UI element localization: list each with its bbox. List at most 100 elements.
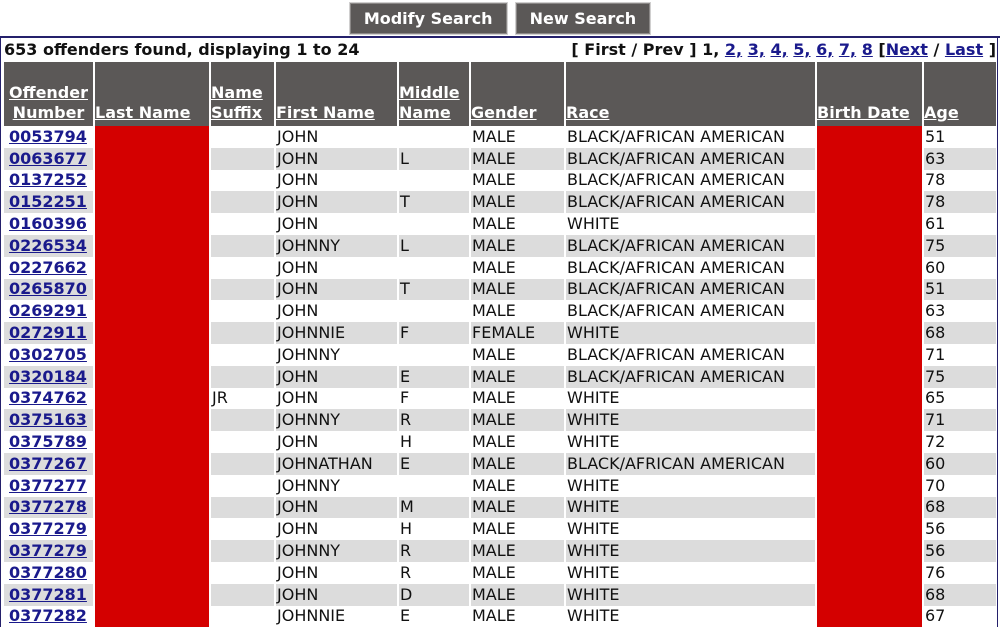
race-cell: WHITE — [566, 583, 815, 606]
last-name-redacted — [95, 343, 209, 366]
offender-number-link[interactable]: 0377282 — [9, 606, 87, 625]
offender-number-link[interactable]: 0265870 — [9, 279, 87, 298]
offender-number-link[interactable]: 0377281 — [9, 585, 87, 604]
header-birth-date[interactable]: Birth Date — [817, 62, 922, 126]
offender-number-cell: 0063677 — [4, 147, 93, 170]
header-middle-name[interactable]: Middle Name — [399, 62, 469, 126]
offender-number-link[interactable]: 0272911 — [9, 323, 87, 342]
name-suffix-cell — [211, 475, 274, 497]
gender-cell: MALE — [472, 432, 516, 452]
last-name-redacted — [95, 278, 209, 301]
pager-page-3[interactable]: 3, — [748, 40, 765, 59]
pager-last-link[interactable]: Last — [945, 40, 983, 59]
header-first-name[interactable]: First Name — [276, 62, 397, 126]
last-name-redacted — [95, 147, 209, 170]
gender-cell: MALE — [472, 301, 516, 321]
last-name-redacted — [95, 365, 209, 388]
age-cell: 51 — [925, 126, 946, 146]
first-name-cell: JOHN — [276, 191, 397, 214]
offender-number-link[interactable]: 0377280 — [9, 563, 87, 582]
offender-number-link[interactable]: 0302705 — [9, 345, 87, 364]
birth-date-redacted — [817, 474, 922, 497]
birth-date-redacted — [817, 126, 922, 148]
offender-number-link[interactable]: 0152251 — [9, 192, 87, 211]
offender-number-link[interactable]: 0269291 — [9, 301, 87, 320]
new-search-button[interactable]: New Search — [515, 3, 651, 34]
birth-date-redacted — [817, 213, 922, 235]
name-suffix-cell — [211, 126, 274, 148]
last-name-redacted — [95, 300, 209, 323]
pager-page-4[interactable]: 4, — [771, 40, 788, 59]
age-cell: 63 — [925, 301, 946, 321]
modify-search-button[interactable]: Modify Search — [349, 3, 507, 34]
pager-page-7[interactable]: 7, — [839, 40, 856, 59]
offender-number-cell: 0375789 — [4, 431, 93, 453]
table-row: 0375163 JOHNNY R MALE WHITE 71 — [4, 409, 996, 432]
age-cell: 75 — [924, 234, 996, 257]
offender-number-link[interactable]: 0374762 — [9, 388, 87, 407]
table-row: 0137252 JOHN MALE BLACK/AFRICAN AMERICAN 78 — [4, 169, 996, 192]
sort-name-suffix-link[interactable]: Name Suffix — [211, 83, 263, 122]
middle-name-cell — [399, 257, 469, 279]
offender-number-link[interactable]: 0377279 — [9, 541, 87, 560]
header-gender[interactable]: Gender — [471, 62, 564, 126]
header-name-suffix[interactable]: Name Suffix — [211, 62, 274, 126]
name-suffix-cell — [211, 344, 274, 366]
pager-page-5[interactable]: 5, — [793, 40, 810, 59]
offender-number-link[interactable]: 0320184 — [9, 367, 87, 386]
age-cell: 51 — [924, 278, 996, 301]
offender-number-link[interactable]: 0053794 — [9, 127, 87, 146]
pager-page-8[interactable]: 8 — [862, 40, 873, 59]
table-row: 0152251 JOHN T MALE BLACK/AFRICAN AMERICAN 78 — [4, 191, 996, 214]
first-name-cell: JOHN — [277, 388, 319, 408]
name-suffix-cell — [211, 409, 274, 432]
offender-number-link[interactable]: 0375789 — [9, 432, 87, 451]
header-race[interactable]: Race — [566, 62, 815, 126]
birth-date-redacted — [817, 583, 922, 606]
sort-first-name-link[interactable]: First Name — [276, 103, 375, 122]
sort-gender-link[interactable]: Gender — [471, 103, 537, 122]
sort-age-link[interactable]: Age — [924, 103, 959, 122]
offender-number-cell: 0320184 — [4, 365, 93, 388]
offender-number-link[interactable]: 0377267 — [9, 454, 87, 473]
name-suffix-cell — [211, 170, 274, 192]
sort-middle-name-link[interactable]: Middle Name — [399, 83, 460, 122]
last-name-redacted — [95, 409, 209, 432]
age-cell: 71 — [924, 409, 996, 432]
pager-next-link[interactable]: Next — [886, 40, 928, 59]
race-cell: WHITE — [566, 540, 815, 562]
offender-number-link[interactable]: 0377279 — [9, 519, 87, 538]
table-row: 0160396 JOHN MALE WHITE 61 — [4, 213, 996, 235]
offender-number-link[interactable]: 0227662 — [9, 258, 87, 277]
offender-number-link[interactable]: 0063677 — [9, 149, 87, 168]
offender-number-link[interactable]: 0160396 — [9, 214, 87, 233]
offender-number-link[interactable]: 0377278 — [9, 497, 87, 516]
name-suffix-cell — [211, 300, 274, 322]
header-last-name[interactable]: Last Name — [95, 62, 209, 126]
birth-date-redacted — [817, 561, 922, 584]
last-name-redacted — [95, 169, 209, 192]
middle-name-cell: H — [400, 432, 413, 452]
name-suffix-cell — [211, 213, 274, 235]
sort-race-link[interactable]: Race — [566, 103, 609, 122]
name-suffix-cell — [211, 322, 274, 344]
header-age[interactable]: Age — [924, 62, 996, 126]
sort-offender-number-link[interactable]: Offender Number — [9, 83, 88, 122]
name-suffix-cell — [211, 234, 274, 257]
age-cell: 63 — [924, 147, 996, 170]
pager-current-page: 1, — [702, 40, 720, 59]
sort-birth-date-link[interactable]: Birth Date — [817, 103, 910, 122]
name-suffix-cell — [211, 191, 274, 214]
race-cell: BLACK/AFRICAN AMERICAN — [566, 452, 815, 475]
offender-number-link[interactable]: 0137252 — [9, 170, 87, 189]
age-cell: 67 — [925, 606, 946, 626]
pager-page-2[interactable]: 2, — [725, 40, 742, 59]
offender-number-link[interactable]: 0377277 — [9, 476, 87, 495]
offender-number-link[interactable]: 0226534 — [9, 236, 87, 255]
age-cell: 72 — [925, 432, 946, 452]
offender-number-link[interactable]: 0375163 — [9, 410, 87, 429]
pager-page-6[interactable]: 6, — [816, 40, 833, 59]
header-offender-number[interactable]: Offender Number — [4, 62, 93, 126]
gender-cell: MALE — [472, 475, 516, 495]
sort-last-name-link[interactable]: Last Name — [95, 103, 190, 122]
